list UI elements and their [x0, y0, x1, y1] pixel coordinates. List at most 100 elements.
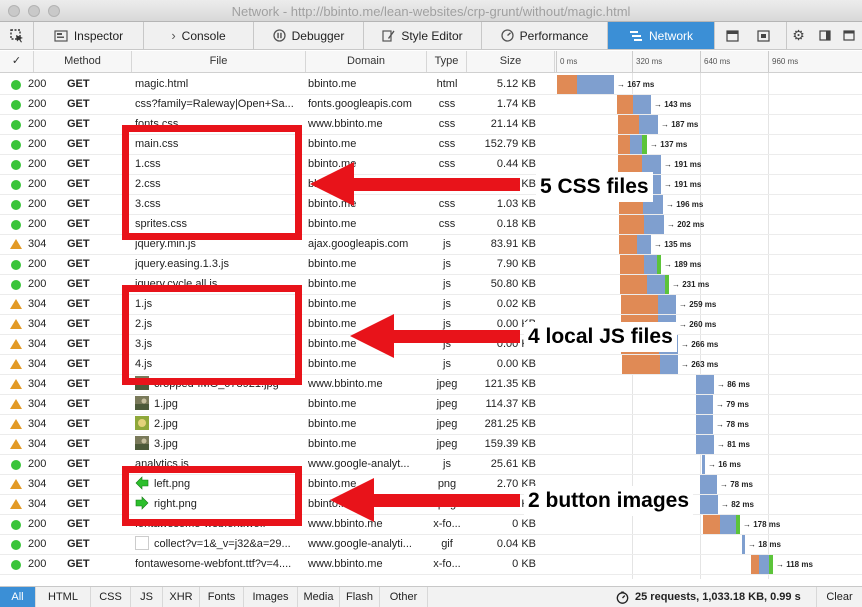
filter-js-button[interactable]: JS: [131, 587, 163, 607]
size-column-header[interactable]: Size: [467, 51, 555, 72]
request-method: GET: [67, 498, 90, 510]
filter-flash-button[interactable]: Flash: [340, 587, 380, 607]
request-domain: bbinto.me: [308, 418, 357, 430]
tab-console-label: Console: [181, 28, 226, 43]
timing-wait-bar: [618, 115, 639, 134]
request-type: js: [443, 278, 451, 290]
images-callout-arrow-line: [372, 494, 520, 507]
timing-label: → 202 ms: [667, 220, 705, 229]
timing-wait-bar: [622, 355, 660, 374]
request-domain: ajax.googleapis.com: [308, 238, 409, 250]
timing-label: → 18 ms: [748, 540, 781, 549]
timing-label: → 82 ms: [721, 500, 754, 509]
timing-wait-bar: [620, 275, 647, 294]
filter-fonts-button[interactable]: Fonts: [200, 587, 244, 607]
split-console-icon[interactable]: [721, 22, 743, 49]
timing-wait-bar: [621, 295, 658, 314]
status-ok-icon: [11, 80, 21, 90]
request-size: 0 KB: [512, 518, 536, 530]
status-ok-icon: [11, 260, 21, 270]
filter-images-button[interactable]: Images: [244, 587, 298, 607]
tab-style-editor-label: Style Editor: [401, 28, 463, 43]
timing-load-bar: [769, 555, 773, 574]
request-row[interactable]: 304 GET 2.jpg bbinto.me jpeg 281.25 KB → 78 ms: [0, 415, 862, 435]
filter-media-button[interactable]: Media: [298, 587, 340, 607]
tab-inspector-label: Inspector: [73, 28, 124, 43]
request-row[interactable]: 200 GET fontawesome-webfont.ttf?v=4.... www…: [0, 555, 862, 575]
method-column-header[interactable]: Method: [34, 51, 132, 72]
status-column-header[interactable]: ✓: [0, 51, 34, 72]
responsive-mode-icon[interactable]: [752, 22, 774, 49]
request-row[interactable]: 200 GET css?family=Raleway|Open+Sa... fonts…: [0, 95, 862, 115]
timing-label: → 263 ms: [681, 360, 719, 369]
request-domain: bbinto.me: [308, 138, 357, 150]
request-type: jpeg: [436, 398, 458, 410]
request-size: 7.90 KB: [496, 258, 536, 270]
filter-html-button[interactable]: HTML: [36, 587, 91, 607]
status-code: 200: [28, 278, 47, 290]
timing-label: → 78 ms: [720, 480, 753, 489]
filter-css-button[interactable]: CSS: [91, 587, 131, 607]
request-method: GET: [67, 278, 90, 290]
domain-column-header[interactable]: Domain: [306, 51, 427, 72]
status-code: 304: [28, 418, 47, 430]
request-method: GET: [67, 418, 90, 430]
status-code: 200: [28, 118, 47, 130]
request-method: GET: [67, 398, 90, 410]
request-row[interactable]: 200 GET collect?v=1&_v=j32&a=29... www.goog…: [0, 535, 862, 555]
tab-style-editor[interactable]: Style Editor: [364, 22, 482, 49]
status-code: 200: [28, 178, 47, 190]
status-ok-icon: [11, 220, 21, 230]
status-cached-icon: [10, 379, 22, 389]
status-code: 200: [28, 218, 47, 230]
filter-all-button[interactable]: All: [0, 587, 36, 607]
window-titlebar: Network - http://bbinto.me/lean-websites…: [0, 0, 862, 22]
tab-inspector[interactable]: Inspector: [34, 22, 144, 49]
request-method: GET: [67, 298, 90, 310]
status-ok-icon: [11, 120, 21, 130]
tab-performance[interactable]: Performance: [482, 22, 608, 49]
filter-xhr-button[interactable]: XHR: [163, 587, 200, 607]
element-picker-icon[interactable]: [0, 22, 34, 49]
file-column-header[interactable]: File: [132, 51, 306, 72]
timing-label: → 167 ms: [617, 80, 655, 89]
request-row[interactable]: 304 GET 1.jpg bbinto.me jpeg 114.37 KB → 79 ms: [0, 395, 862, 415]
request-row[interactable]: 200 GET jquery.easing.1.3.js bbinto.me js 7.9…: [0, 255, 862, 275]
request-row[interactable]: 304 GET 3.jpg bbinto.me jpeg 159.39 KB → 81 ms: [0, 435, 862, 455]
request-file: 3.jpg: [135, 435, 303, 454]
clear-button[interactable]: Clear: [816, 587, 862, 607]
tab-console[interactable]: › Console: [144, 22, 254, 49]
filter-other-button[interactable]: Other: [380, 587, 428, 607]
request-file-name: 3.jpg: [154, 438, 178, 450]
status-cached-icon: [10, 499, 22, 509]
css-callout-arrow-head: [310, 162, 354, 206]
request-method: GET: [67, 218, 90, 230]
status-code: 304: [28, 398, 47, 410]
stopwatch-icon: [616, 591, 629, 604]
css-callout-arrow-line: [352, 178, 520, 191]
status-cached-icon: [10, 479, 22, 489]
request-file-name: fontawesome-webfont.ttf?v=4....: [135, 558, 292, 570]
tab-debugger[interactable]: Debugger: [254, 22, 364, 49]
timing-load-bar: [642, 135, 647, 154]
request-size: 159.39 KB: [484, 438, 536, 450]
debugger-icon: [272, 29, 286, 42]
timing-receive-bar: [700, 495, 718, 514]
request-type: css: [438, 98, 456, 110]
status-ok-icon: [11, 160, 21, 170]
undock-window-icon[interactable]: [838, 22, 860, 49]
tab-network[interactable]: Network: [608, 22, 715, 49]
timing-label: → 16 ms: [708, 460, 741, 469]
settings-gear-icon[interactable]: ⚙: [786, 22, 810, 49]
request-size: 83.91 KB: [490, 238, 536, 250]
request-type: gif: [441, 538, 453, 550]
timing-wait-bar: [617, 95, 633, 114]
request-row[interactable]: 200 GET magic.html bbinto.me html 5.12 KB → 16…: [0, 75, 862, 95]
timeline-column-header[interactable]: 0 ms 320 ms 640 ms 960 ms: [555, 51, 862, 72]
status-cached-icon: [10, 239, 22, 249]
timing-receive-bar: [742, 535, 745, 554]
dock-side-icon[interactable]: [815, 22, 835, 49]
request-method: GET: [67, 138, 90, 150]
devtools-toolbar: Inspector › Console Debugger Style Edito…: [0, 22, 862, 50]
type-column-header[interactable]: Type: [427, 51, 467, 72]
